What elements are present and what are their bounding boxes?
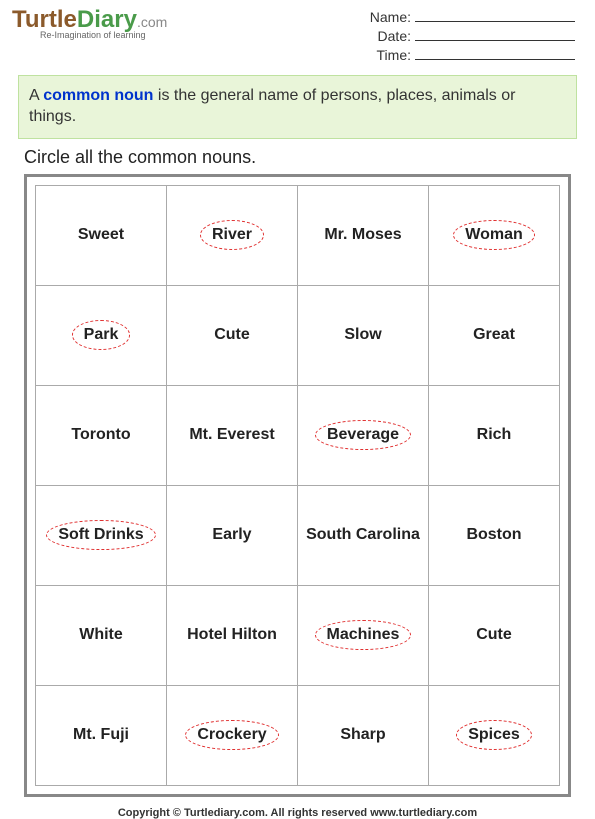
time-line: Time: xyxy=(361,46,575,63)
circled-word: Soft Drinks xyxy=(52,522,149,548)
word-cell[interactable]: Early xyxy=(167,486,298,586)
word: Mt. Fuji xyxy=(67,722,135,748)
word-cell[interactable]: Park xyxy=(36,286,167,386)
instruction-text: Circle all the common nouns. xyxy=(24,147,571,168)
word-cell[interactable]: Sharp xyxy=(298,686,429,786)
word: Mr. Moses xyxy=(318,222,407,248)
date-label: Date: xyxy=(361,28,411,44)
definition-prefix: A xyxy=(29,87,43,104)
name-line: Name: xyxy=(361,8,575,25)
worksheet-header: TurtleDiary.com Re-Imagination of learni… xyxy=(0,0,595,69)
word-cell[interactable]: Great xyxy=(429,286,560,386)
word-cell[interactable]: South Carolina xyxy=(298,486,429,586)
logo: TurtleDiary.com Re-Imagination of learni… xyxy=(12,8,167,65)
word-cell[interactable]: Cute xyxy=(167,286,298,386)
name-label: Name: xyxy=(361,9,411,25)
circled-word: Machines xyxy=(321,622,406,648)
word: Slow xyxy=(338,322,387,348)
word: Rich xyxy=(471,422,518,448)
student-info: Name: Date: Time: xyxy=(361,8,575,65)
word-cell[interactable]: Mt. Fuji xyxy=(36,686,167,786)
logo-part2: Diary xyxy=(77,6,137,33)
word-cell[interactable]: Woman xyxy=(429,186,560,286)
circled-word: Spices xyxy=(462,722,526,748)
word: Sharp xyxy=(334,722,391,748)
circled-word: Woman xyxy=(459,222,528,248)
definition-box: A common noun is the general name of per… xyxy=(18,75,577,139)
word-cell[interactable]: Slow xyxy=(298,286,429,386)
word: Cute xyxy=(208,322,256,348)
logo-text: TurtleDiary.com xyxy=(12,8,167,32)
word-cell[interactable]: Toronto xyxy=(36,386,167,486)
word-cell[interactable]: River xyxy=(167,186,298,286)
word-cell[interactable]: Mt. Everest xyxy=(167,386,298,486)
word-cell[interactable]: Machines xyxy=(298,586,429,686)
logo-tagline: Re-Imagination of learning xyxy=(40,30,167,40)
word-cell[interactable]: Boston xyxy=(429,486,560,586)
word-cell[interactable]: Rich xyxy=(429,386,560,486)
word: Cute xyxy=(470,622,518,648)
time-label: Time: xyxy=(361,47,411,63)
word-cell[interactable]: White xyxy=(36,586,167,686)
word: Boston xyxy=(460,522,527,548)
name-blank[interactable] xyxy=(415,8,575,22)
word-cell[interactable]: Soft Drinks xyxy=(36,486,167,586)
circled-word: Beverage xyxy=(321,422,405,448)
word: Toronto xyxy=(65,422,136,448)
word: South Carolina xyxy=(300,522,426,548)
definition-keyword: common noun xyxy=(43,87,153,104)
word: Sweet xyxy=(72,222,130,248)
word: Hotel Hilton xyxy=(181,622,283,648)
word-cell[interactable]: Mr. Moses xyxy=(298,186,429,286)
word-cell[interactable]: Spices xyxy=(429,686,560,786)
time-blank[interactable] xyxy=(415,46,575,60)
footer-copyright: Copyright © Turtlediary.com. All rights … xyxy=(0,807,595,819)
word-grid-frame: Sweet River Mr. Moses Woman Park Cute Slow Grea… xyxy=(24,174,571,797)
word: Great xyxy=(467,322,521,348)
circled-word: River xyxy=(206,222,258,248)
word: Mt. Everest xyxy=(183,422,280,448)
word-cell[interactable]: Sweet xyxy=(36,186,167,286)
word: White xyxy=(73,622,129,648)
word-cell[interactable]: Crockery xyxy=(167,686,298,786)
circled-word: Park xyxy=(78,322,125,348)
date-blank[interactable] xyxy=(415,27,575,41)
logo-part1: Turtle xyxy=(12,6,77,33)
word-cell[interactable]: Cute xyxy=(429,586,560,686)
word: Early xyxy=(206,522,257,548)
word-grid: Sweet River Mr. Moses Woman Park Cute Slow Grea… xyxy=(35,185,560,786)
word-cell[interactable]: Hotel Hilton xyxy=(167,586,298,686)
logo-dotcom: .com xyxy=(137,14,167,30)
date-line: Date: xyxy=(361,27,575,44)
circled-word: Crockery xyxy=(191,722,272,748)
word-cell[interactable]: Beverage xyxy=(298,386,429,486)
